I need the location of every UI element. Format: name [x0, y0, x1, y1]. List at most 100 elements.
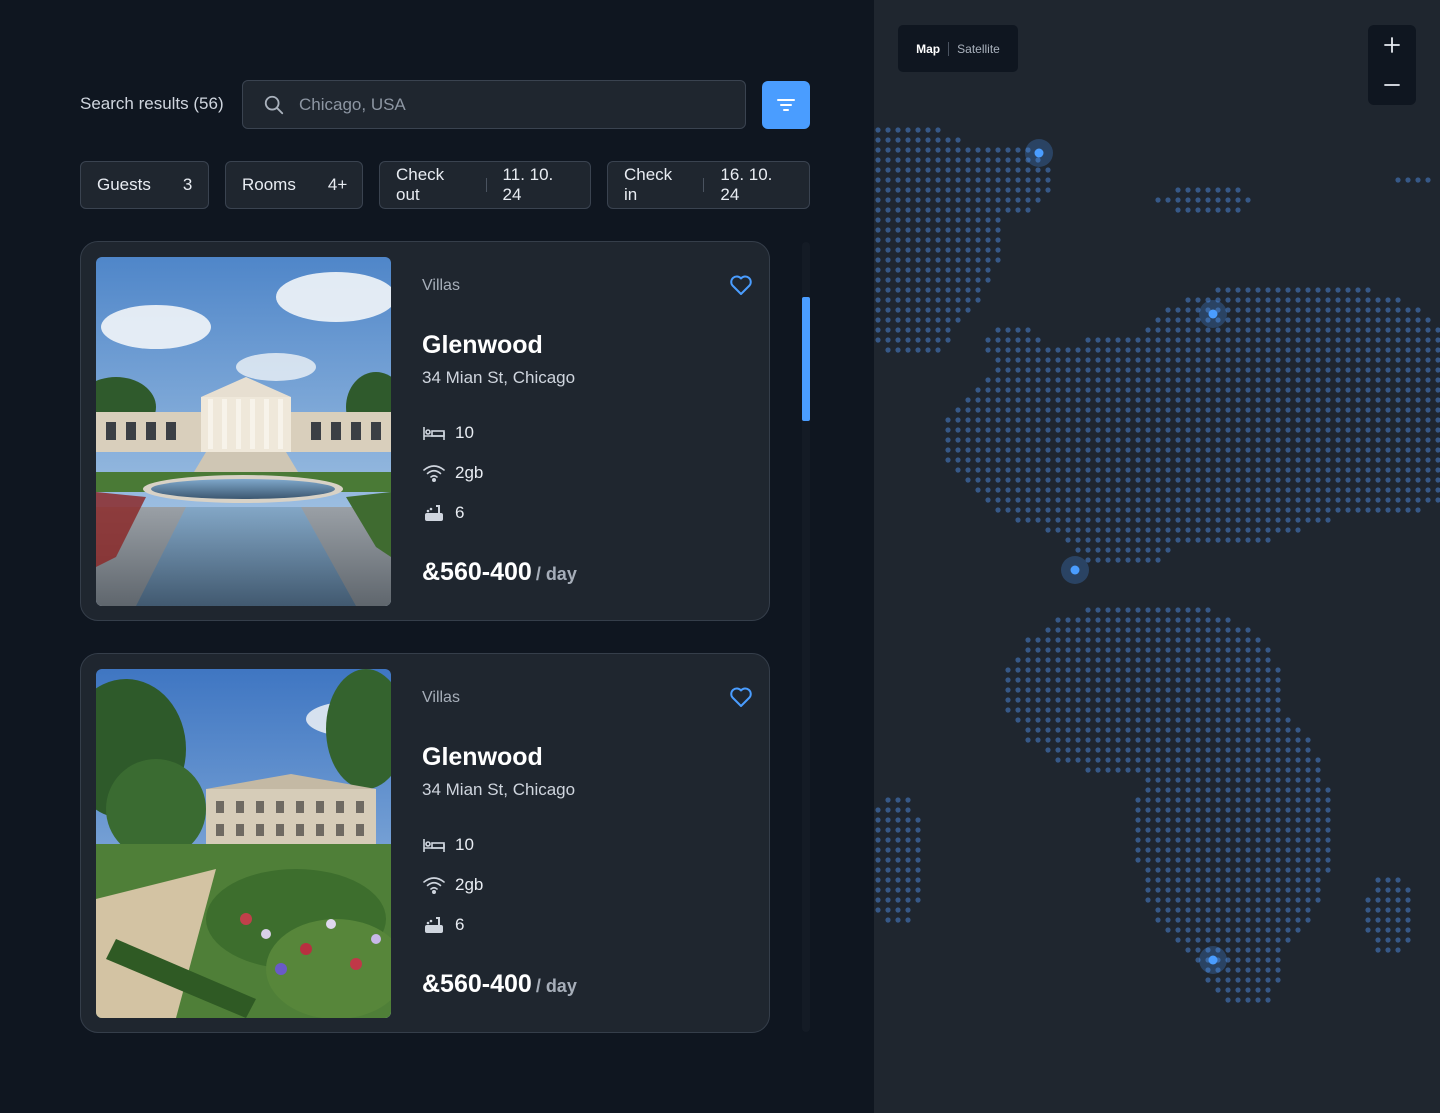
heart-icon[interactable]	[729, 274, 753, 296]
map-dot	[905, 347, 911, 353]
map-dot	[915, 887, 921, 893]
map-dot	[935, 137, 941, 143]
map-dot	[1175, 617, 1181, 623]
map-dot	[1195, 437, 1201, 443]
map-dot	[1305, 317, 1311, 323]
check-out-filter[interactable]: Check out 11. 10. 24	[379, 161, 591, 209]
map-dot	[1255, 917, 1261, 923]
map-dot	[965, 147, 971, 153]
map-dot	[1355, 367, 1361, 373]
map-dot	[1305, 497, 1311, 503]
world-dot-map[interactable]	[874, 0, 1440, 1113]
map-dot	[1325, 287, 1331, 293]
search-box[interactable]	[242, 80, 746, 129]
location-pin[interactable]	[1199, 300, 1227, 328]
rooms-filter[interactable]: Rooms 4+	[225, 161, 363, 209]
map-dot	[1185, 877, 1191, 883]
map-dot	[1115, 487, 1121, 493]
map-dot	[1055, 667, 1061, 673]
filter-button[interactable]	[762, 81, 810, 129]
map-dot	[1205, 717, 1211, 723]
map-dot	[1095, 377, 1101, 383]
map-dot	[895, 127, 901, 133]
map-dot	[1285, 777, 1291, 783]
map-dot	[1175, 827, 1181, 833]
map-dot	[1395, 907, 1401, 913]
map-dot	[1295, 297, 1301, 303]
map-dot	[895, 287, 901, 293]
map-dot	[1185, 187, 1191, 193]
map-dot	[1385, 887, 1391, 893]
map-dot	[1255, 857, 1261, 863]
map-dot	[1275, 937, 1281, 943]
map-dot	[1255, 927, 1261, 933]
map-dot	[1045, 477, 1051, 483]
map-dot	[1125, 697, 1131, 703]
map-dot	[1125, 407, 1131, 413]
map-dot	[1195, 617, 1201, 623]
map-dot	[935, 297, 941, 303]
map-mode-option[interactable]: Map	[916, 42, 940, 56]
map-dot	[1215, 667, 1221, 673]
map-dot	[1165, 787, 1171, 793]
map-dot	[1275, 457, 1281, 463]
location-pin[interactable]	[1199, 946, 1227, 974]
map-dot	[1025, 487, 1031, 493]
map-dot	[1255, 847, 1261, 853]
map-dot	[1415, 417, 1421, 423]
map-dot	[1235, 847, 1241, 853]
map-dot	[1175, 797, 1181, 803]
results-scrollbar-thumb[interactable]	[802, 297, 810, 421]
listing-card[interactable]: Villas Glenwood 34 Mian St, Chicago 10 2…	[80, 653, 770, 1033]
map-dot	[1175, 327, 1181, 333]
map-dot	[885, 847, 891, 853]
map-dot	[1365, 497, 1371, 503]
map-dot	[1235, 407, 1241, 413]
map-dot	[1265, 317, 1271, 323]
map-dot	[1205, 977, 1211, 983]
map-dot	[1185, 707, 1191, 713]
map-dot	[975, 187, 981, 193]
map-dot	[1155, 837, 1161, 843]
map-dot	[1185, 417, 1191, 423]
map-dot	[1345, 417, 1351, 423]
map-dot	[1355, 287, 1361, 293]
map-dot	[1245, 527, 1251, 533]
map-dot	[1205, 457, 1211, 463]
map-dot	[1395, 497, 1401, 503]
location-pin[interactable]	[1025, 139, 1053, 167]
location-pin[interactable]	[1061, 556, 1089, 584]
satellite-mode-option[interactable]: Satellite	[957, 42, 1000, 56]
map-dot	[1165, 837, 1171, 843]
map-dot	[945, 227, 951, 233]
map-dot	[1265, 297, 1271, 303]
map-dot	[925, 297, 931, 303]
zoom-in-button[interactable]	[1368, 25, 1416, 65]
listing-card[interactable]: Villas Glenwood 34 Mian St, Chicago 10 2…	[80, 241, 770, 621]
map-dot	[1015, 417, 1021, 423]
search-input[interactable]	[299, 94, 699, 115]
map-dot	[905, 327, 911, 333]
map-dot	[1405, 387, 1411, 393]
map-dot	[875, 207, 881, 213]
map-dot	[1215, 427, 1221, 433]
bed-icon	[423, 839, 445, 852]
map-panel[interactable]: Map Satellite	[874, 0, 1440, 1113]
map-type-toggle[interactable]: Map Satellite	[898, 25, 1018, 72]
map-dot	[895, 257, 901, 263]
check-in-filter[interactable]: Check in 16. 10. 24	[607, 161, 810, 209]
heart-icon[interactable]	[729, 686, 753, 708]
guests-filter[interactable]: Guests 3	[80, 161, 209, 209]
zoom-out-button[interactable]	[1368, 65, 1416, 105]
map-dot	[1095, 397, 1101, 403]
map-dot	[995, 177, 1001, 183]
map-dot	[985, 217, 991, 223]
map-dot	[875, 827, 881, 833]
listing-baths: 6	[422, 502, 464, 524]
map-dot	[1305, 487, 1311, 493]
map-dot	[1335, 417, 1341, 423]
map-dot	[1255, 737, 1261, 743]
map-dot	[1215, 287, 1221, 293]
map-dot	[1115, 367, 1121, 373]
map-dot	[1275, 427, 1281, 433]
